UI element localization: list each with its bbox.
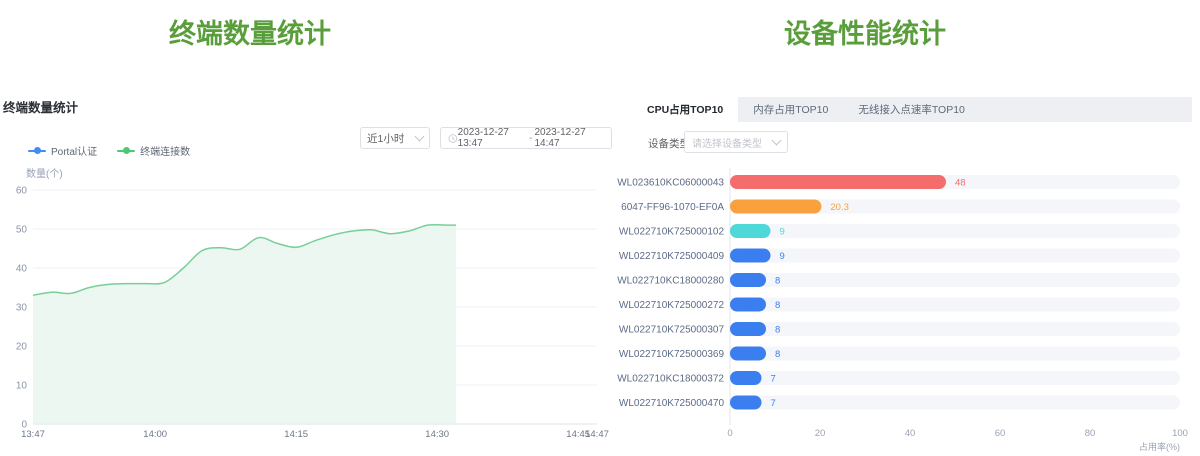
y-tick-label: 0 [21, 420, 27, 431]
bar-value-label: 9 [780, 251, 785, 262]
y-axis-title: 数量(个) [26, 165, 63, 180]
x-tick-label: 14:15 [284, 429, 308, 440]
bar-track [730, 273, 1180, 287]
legend-label: Portal认证 [51, 143, 97, 158]
chevron-down-icon [415, 132, 425, 142]
legend-label: 终端连接数 [140, 143, 190, 158]
x-tick-label: 14:45 [566, 429, 590, 440]
bar-value-label: 8 [775, 325, 780, 336]
right-section-heading: 设备性能统计 [615, 12, 1115, 51]
clock-icon [448, 133, 458, 144]
dashboard: 0 10 20 30 40 50 60 13:47 14:00 14:15 14:30 14:4514… [0, 0, 1200, 456]
y-tick-label: 30 [16, 303, 28, 314]
bar-track [730, 200, 1180, 214]
series-line [33, 225, 456, 296]
bar-value-label: 8 [775, 349, 780, 360]
bar[interactable] [730, 371, 762, 385]
x-tick-label: 100 [1172, 428, 1188, 439]
bar-row-label: WL022710K725000272 [619, 300, 725, 311]
bar-row-label: 6047-FF96-1070-EF0A [621, 202, 724, 213]
bar-track [730, 322, 1180, 336]
bar-value-label: 20.3 [830, 202, 849, 213]
tab-ap-rate-top10[interactable]: 无线接入点速率TOP10 [843, 97, 980, 122]
date-range-picker[interactable]: 2023-12-27 13:47 - 2023-12-27 14:47 [440, 127, 612, 149]
series-area [33, 225, 456, 424]
bar-value-label: 8 [775, 300, 780, 311]
x-tick-label: 0 [727, 428, 732, 439]
bar-track [730, 371, 1180, 385]
bar[interactable] [730, 273, 766, 287]
legend-marker [117, 146, 135, 156]
left-panel-title: 终端数量统计 [3, 97, 78, 116]
tab-cpu-top10[interactable]: CPU占用TOP10 [632, 97, 738, 122]
x-tick-label: 40 [905, 428, 916, 439]
bar[interactable] [730, 347, 766, 361]
bar-row-label: WL022710K725000307 [619, 325, 725, 336]
bar-value-label: 48 [955, 178, 966, 189]
bar-row-label: WL022710K725000409 [619, 251, 725, 262]
bar-row-label: WL022710K725000470 [619, 398, 725, 409]
bar[interactable] [730, 322, 766, 336]
date-separator: - [527, 133, 534, 144]
legend-item-0[interactable]: Portal认证 [28, 143, 97, 158]
y-tick-label: 60 [16, 186, 28, 197]
x-tick-label: 14:00 [143, 429, 167, 440]
y-tick-label: 50 [16, 225, 28, 236]
x-tick-label: 14:30 [425, 429, 449, 440]
chevron-down-icon [772, 136, 782, 146]
terminal-count-line-chart[interactable]: 0 10 20 30 40 50 60 13:47 14:00 14:15 14:30 14:4514… [0, 0, 1200, 456]
x-tick-label: 14:47 [585, 429, 609, 440]
bar-track [730, 347, 1180, 361]
x-tick-label: 80 [1085, 428, 1096, 439]
x-axis-title: 占用率(%) [1080, 440, 1180, 453]
bar[interactable] [730, 224, 771, 238]
bar-row-label: WL022710K725000369 [619, 349, 725, 360]
left-section-heading: 终端数量统计 [0, 12, 500, 51]
bar-row-label: WL022710K725000102 [619, 227, 725, 238]
bar[interactable] [730, 200, 821, 214]
device-type-select[interactable]: 请选择设备类型 [684, 131, 788, 153]
date-end: 2023-12-27 14:47 [535, 127, 604, 149]
bar[interactable] [730, 249, 771, 263]
bar[interactable] [730, 175, 946, 189]
x-tick-label: 20 [815, 428, 826, 439]
x-tick-label: 13:47 [21, 429, 45, 440]
y-tick-label: 20 [16, 342, 28, 353]
cpu-top10-bar-chart[interactable]: WL023610KC06000043 48 6047-FF96-1070-EF0A 2… [0, 0, 1200, 456]
legend-marker [28, 146, 46, 156]
bar-track [730, 298, 1180, 312]
tab-memory-top10[interactable]: 内存占用TOP10 [738, 97, 843, 122]
time-range-value: 近1小时 [367, 131, 404, 146]
device-type-placeholder: 请选择设备类型 [692, 135, 762, 150]
x-tick-label: 60 [995, 428, 1006, 439]
bar-value-label: 9 [780, 227, 785, 238]
chart-legend: Portal认证 终端连接数 [28, 143, 190, 158]
bar[interactable] [730, 396, 762, 410]
bar-row-label: WL023610KC06000043 [617, 178, 724, 189]
date-start: 2023-12-27 13:47 [458, 127, 527, 149]
bar-value-label: 8 [775, 276, 780, 287]
legend-item-1[interactable]: 终端连接数 [117, 143, 190, 158]
bar-track [730, 224, 1180, 238]
y-tick-label: 40 [16, 264, 28, 275]
bar-row-label: WL022710KC18000372 [617, 374, 724, 385]
bar-track [730, 175, 1180, 189]
bar-track [730, 396, 1180, 410]
y-tick-label: 10 [16, 381, 28, 392]
bar-value-label: 7 [771, 398, 776, 409]
tab-bar: CPU占用TOP10内存占用TOP10无线接入点速率TOP10 [632, 97, 1192, 122]
bar-row-label: WL022710KC18000280 [617, 276, 724, 287]
bar-track [730, 249, 1180, 263]
bar[interactable] [730, 298, 766, 312]
time-range-select[interactable]: 近1小时 [360, 127, 430, 149]
bar-value-label: 7 [771, 374, 776, 385]
